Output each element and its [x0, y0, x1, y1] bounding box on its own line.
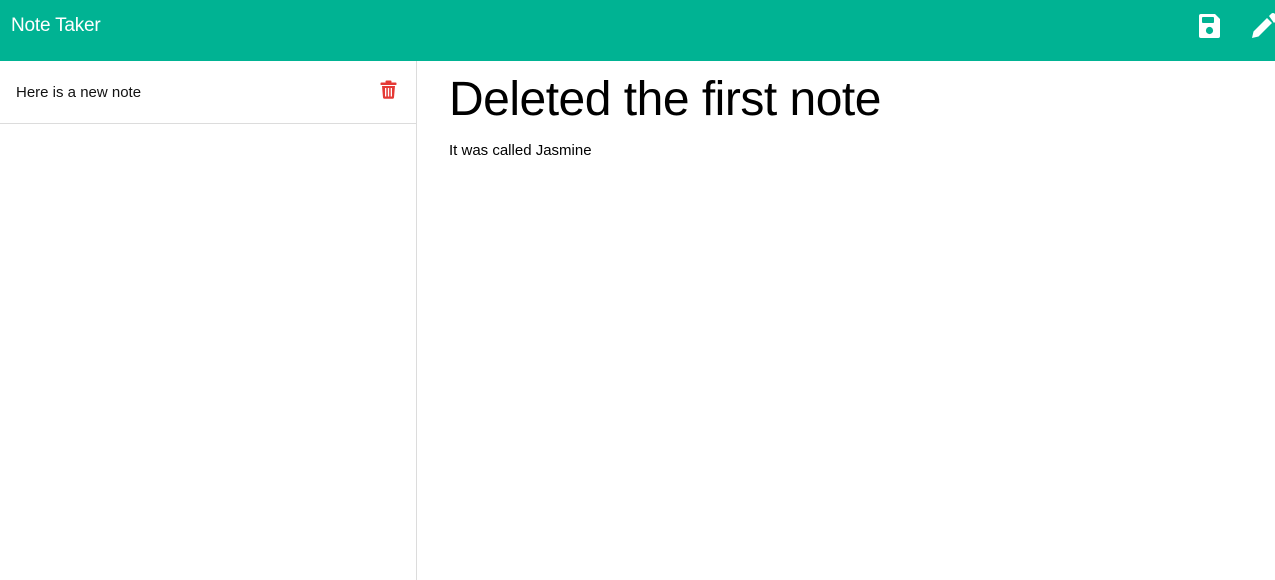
save-note-button[interactable] — [1197, 13, 1221, 39]
pencil-icon — [1252, 13, 1275, 38]
floppy-disk-icon — [1199, 14, 1220, 38]
note-text[interactable]: It was called Jasmine — [449, 141, 592, 161]
note-list-item[interactable]: Here is a new note — [0, 61, 416, 124]
delete-note-button[interactable] — [380, 80, 397, 99]
note-list-sidebar: Here is a new note — [0, 61, 417, 580]
brand-link[interactable]: Note Taker — [11, 14, 101, 38]
note-list: Here is a new note — [0, 61, 416, 124]
new-note-button[interactable] — [1250, 13, 1275, 39]
note-list-item-title: Here is a new note — [16, 84, 142, 101]
note-title[interactable]: Deleted the first note — [449, 69, 881, 131]
trash-icon — [380, 80, 397, 99]
navbar: Note Taker — [0, 0, 1275, 61]
note-editor: Deleted the first note It was called Jas… — [417, 61, 1275, 580]
